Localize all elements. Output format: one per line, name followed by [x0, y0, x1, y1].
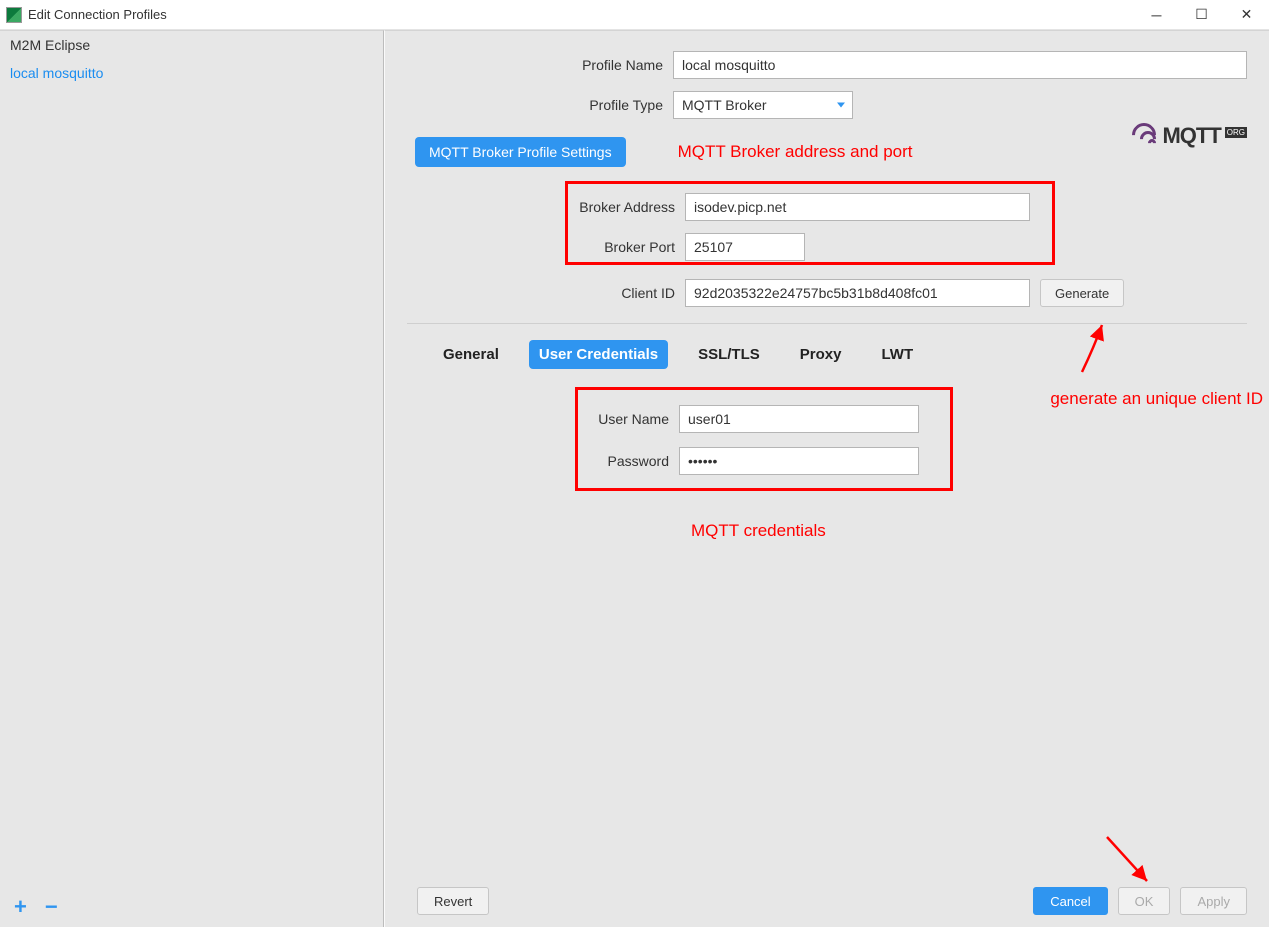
apply-button[interactable]: Apply	[1180, 887, 1247, 915]
tab-general[interactable]: General	[433, 340, 509, 369]
mqtt-logo-suffix: ORG	[1225, 127, 1247, 138]
maximize-button[interactable]: ☐	[1179, 0, 1224, 29]
tab-ssl-tls[interactable]: SSL/TLS	[688, 340, 770, 369]
annotation-arrow-generate	[1064, 317, 1124, 377]
chevron-down-icon	[837, 103, 845, 108]
broker-address-label: Broker Address	[419, 199, 685, 215]
tab-lwt[interactable]: LWT	[871, 340, 923, 369]
password-input[interactable]	[679, 447, 919, 475]
profile-type-label: Profile Type	[407, 97, 673, 113]
profile-sidebar: M2M Eclipse local mosquitto + −	[0, 30, 384, 927]
ok-button[interactable]: OK	[1118, 887, 1171, 915]
profile-list: M2M Eclipse local mosquitto	[0, 31, 383, 887]
sidebar-item-m2m-eclipse[interactable]: M2M Eclipse	[0, 31, 383, 59]
generate-button[interactable]: Generate	[1040, 279, 1124, 307]
callout-generate: generate an unique client ID	[1050, 389, 1263, 409]
username-label: User Name	[589, 411, 679, 427]
client-id-input[interactable]	[685, 279, 1030, 307]
tab-user-credentials[interactable]: User Credentials	[529, 340, 668, 369]
minimize-button[interactable]: ─	[1134, 0, 1179, 29]
profile-type-select[interactable]	[673, 91, 853, 119]
title-bar: Edit Connection Profiles ─ ☐ ✕	[0, 0, 1269, 30]
username-input[interactable]	[679, 405, 919, 433]
remove-profile-button[interactable]: −	[45, 894, 58, 920]
window-title: Edit Connection Profiles	[28, 7, 1134, 22]
annotation-box-credentials	[575, 387, 953, 491]
sidebar-item-local-mosquitto[interactable]: local mosquitto	[0, 59, 383, 87]
tab-proxy[interactable]: Proxy	[790, 340, 852, 369]
footer-buttons: Revert Cancel OK Apply	[407, 887, 1247, 915]
annotation-arrow-ok	[1099, 829, 1159, 889]
callout-broker-address: MQTT Broker address and port	[678, 142, 913, 162]
mqtt-broker-profile-settings-button[interactable]: MQTT Broker Profile Settings	[415, 137, 626, 167]
app-icon	[6, 7, 22, 23]
close-button[interactable]: ✕	[1224, 0, 1269, 29]
broker-address-input[interactable]	[685, 193, 1030, 221]
profile-name-input[interactable]	[673, 51, 1247, 79]
profile-name-label: Profile Name	[407, 57, 673, 73]
client-id-label: Client ID	[419, 285, 685, 301]
main-panel: Profile Name Profile Type MQTT ORG MQTT …	[384, 30, 1269, 927]
mqtt-logo-icon	[1132, 123, 1158, 149]
password-label: Password	[589, 453, 679, 469]
mqtt-logo-text: MQTT	[1162, 123, 1220, 149]
broker-port-input[interactable]	[685, 233, 805, 261]
cancel-button[interactable]: Cancel	[1033, 887, 1107, 915]
broker-port-label: Broker Port	[419, 239, 685, 255]
revert-button[interactable]: Revert	[417, 887, 489, 915]
mqtt-logo: MQTT ORG	[1132, 123, 1247, 149]
callout-credentials: MQTT credentials	[691, 521, 826, 541]
add-profile-button[interactable]: +	[14, 894, 27, 920]
